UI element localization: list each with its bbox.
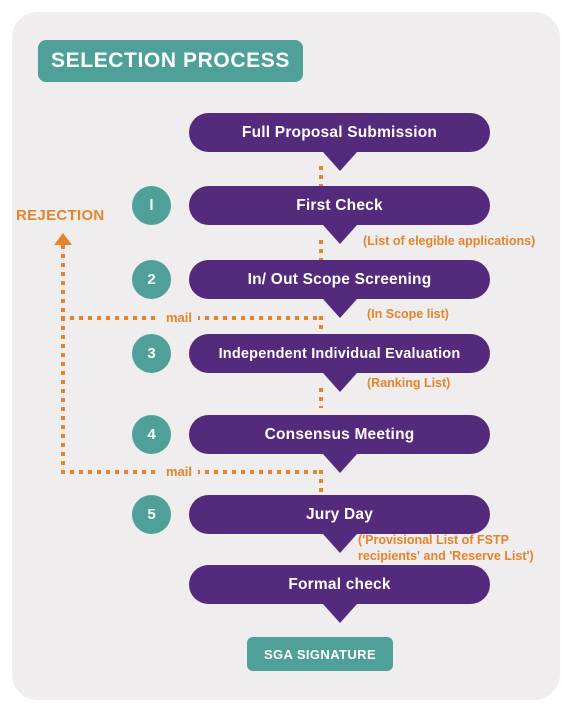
process-label-5: Jury Day (305, 505, 374, 523)
mail-connector-bottom-drop (319, 470, 323, 496)
chevron-down-icon (322, 454, 357, 473)
process-step-full-proposal-submission[interactable]: Full Proposal Submission (189, 113, 490, 171)
process-step-formal-check[interactable]: Formal check (189, 565, 490, 623)
step-number-5: 5 (147, 506, 156, 523)
note-eligible-applications: (List of elegible applications) (363, 234, 536, 248)
process-label-1: First Check (296, 196, 383, 214)
step-number-2: 2 (147, 271, 156, 288)
process-label-4: Consensus Meeting (264, 425, 415, 443)
diagram-title-badge: SELECTION PROCESS (38, 40, 303, 82)
process-step-independent-individual-evaluation[interactable]: Independent Individual Evaluation (189, 334, 490, 392)
note-ranking-list: (Ranking List) (367, 376, 451, 390)
sga-signature-label: SGA SIGNATURE (263, 646, 377, 662)
process-step-jury-day[interactable]: Jury Day (189, 495, 490, 553)
rejection-label: REJECTION (16, 207, 105, 224)
note-in-scope-list: (In Scope list) (367, 307, 449, 321)
step-number-1: l (149, 197, 154, 214)
step-circle-1: l (132, 186, 171, 225)
chevron-down-icon (322, 373, 357, 392)
chevron-down-icon (322, 225, 357, 244)
rejection-vertical-connector (61, 245, 65, 475)
page-title: SELECTION PROCESS (51, 49, 290, 72)
sga-signature-box[interactable]: SGA SIGNATURE (247, 637, 393, 671)
step-number-3: 3 (147, 345, 156, 362)
process-step-first-check[interactable]: First Check (189, 186, 490, 244)
step-circle-5: 5 (132, 495, 171, 534)
step-circle-2: 2 (132, 260, 171, 299)
rejection-arrow-icon (54, 233, 72, 245)
process-label-2: In/ Out Scope Screening (247, 270, 432, 288)
mail-label-bottom: mail (160, 464, 199, 479)
process-label-0: Full Proposal Submission (241, 123, 438, 141)
process-step-consensus-meeting[interactable]: Consensus Meeting (189, 415, 490, 473)
chevron-down-icon (322, 299, 357, 318)
process-step-in-out-scope-screening[interactable]: In/ Out Scope Screening (189, 260, 490, 318)
chevron-down-icon (322, 534, 357, 553)
note-provisional-list: ('Provisional List of FSTP recipients' a… (358, 533, 534, 563)
step-circle-3: 3 (132, 334, 171, 373)
step-number-4: 4 (147, 426, 156, 443)
step-circle-4: 4 (132, 415, 171, 454)
diagram-canvas: SELECTION PROCESS REJECTION mail mail l … (0, 0, 572, 713)
process-label-3: Independent Individual Evaluation (218, 345, 461, 362)
process-label-6: Formal check (288, 575, 391, 593)
chevron-down-icon (322, 152, 357, 171)
mail-label-top: mail (160, 310, 199, 325)
chevron-down-icon (322, 604, 357, 623)
